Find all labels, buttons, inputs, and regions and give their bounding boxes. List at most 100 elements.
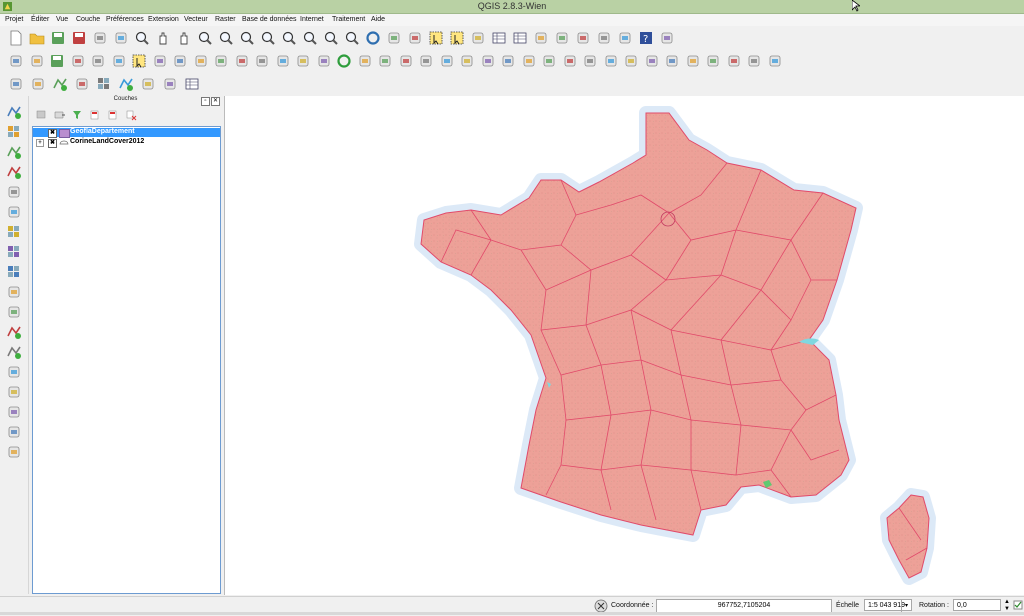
- rotate-point-icon[interactable]: [767, 53, 783, 69]
- save-as-icon[interactable]: [71, 30, 87, 46]
- rotate-feature-icon[interactable]: [500, 53, 516, 69]
- pin-labels-icon[interactable]: [234, 53, 250, 69]
- field-calculator-icon[interactable]: [470, 30, 486, 46]
- add-spatialite-layer-icon[interactable]: [6, 164, 22, 180]
- add-delimited-text-icon[interactable]: [6, 284, 22, 300]
- show-bookmarks-icon[interactable]: [596, 30, 612, 46]
- delete-ring-icon[interactable]: [603, 53, 619, 69]
- new-print-composer-icon[interactable]: [92, 30, 108, 46]
- new-shapefile-icon[interactable]: [6, 324, 22, 340]
- deselect-icon[interactable]: [449, 30, 465, 46]
- raster-tools-icon[interactable]: [96, 76, 112, 92]
- cut-features-icon[interactable]: [152, 53, 168, 69]
- menu-traitement[interactable]: Traitement: [332, 16, 365, 23]
- pan-icon[interactable]: [155, 30, 171, 46]
- zoom-next-icon[interactable]: [344, 30, 360, 46]
- save-project-icon[interactable]: [50, 30, 66, 46]
- simplify-icon[interactable]: [521, 53, 537, 69]
- render-checkbox-icon[interactable]: [1013, 600, 1023, 612]
- move-feature-icon[interactable]: [90, 53, 106, 69]
- split-parts-icon[interactable]: [705, 53, 721, 69]
- spin-up-icon[interactable]: ▲: [1002, 599, 1012, 606]
- add-virtual-layer-icon[interactable]: [6, 304, 22, 320]
- toggle-editing-icon[interactable]: [29, 53, 45, 69]
- add-group-icon[interactable]: [54, 111, 65, 119]
- node-tool-icon[interactable]: [111, 53, 127, 69]
- composer-manager-icon[interactable]: [113, 30, 129, 46]
- add-raster-layer-icon[interactable]: [6, 124, 22, 140]
- python-console-icon[interactable]: [357, 53, 373, 69]
- svg-icon[interactable]: [418, 53, 434, 69]
- zoom-out-icon[interactable]: [218, 30, 234, 46]
- change-label-icon[interactable]: [316, 53, 332, 69]
- coordinate-field[interactable]: 967752,7105204: [656, 599, 832, 613]
- zoom-in-icon[interactable]: [197, 30, 213, 46]
- offset-curve-icon[interactable]: [664, 53, 680, 69]
- rotate-label-icon[interactable]: [295, 53, 311, 69]
- add-ring-icon[interactable]: [541, 53, 557, 69]
- zoom-to-layer-icon[interactable]: [302, 30, 318, 46]
- rotation-field[interactable]: 0,0: [953, 599, 1001, 611]
- grass-icon[interactable]: [398, 53, 414, 69]
- layer-visibility-checkbox[interactable]: ✖: [48, 139, 57, 148]
- globe-icon[interactable]: [336, 53, 352, 69]
- reshape-icon[interactable]: [644, 53, 660, 69]
- georeferencer-icon[interactable]: [74, 76, 90, 92]
- advanced-digitize-icon[interactable]: [439, 53, 455, 69]
- whats-this-icon[interactable]: [659, 30, 675, 46]
- menu-editer[interactable]: Éditer: [31, 16, 49, 23]
- refresh-icon[interactable]: [365, 30, 381, 46]
- current-edits-icon[interactable]: [8, 53, 24, 69]
- expand-all-icon[interactable]: [90, 110, 99, 120]
- label-icon[interactable]: [213, 53, 229, 69]
- close-panel-button[interactable]: ✕: [211, 97, 220, 106]
- measure-icon[interactable]: [533, 30, 549, 46]
- map-tips-icon[interactable]: [554, 30, 570, 46]
- identify-icon[interactable]: [386, 30, 402, 46]
- paste-features-icon[interactable]: [193, 53, 209, 69]
- save-edits-icon[interactable]: [49, 53, 65, 69]
- zoom-last-icon[interactable]: [323, 30, 339, 46]
- open-layer-styling-icon[interactable]: [36, 110, 46, 119]
- undo-icon[interactable]: [459, 53, 475, 69]
- coordinate-toggle-icon[interactable]: [594, 599, 608, 613]
- expand-layer-icon[interactable]: +: [36, 139, 44, 147]
- new-project-icon[interactable]: [8, 30, 24, 46]
- menu-extension[interactable]: Extension: [148, 16, 179, 23]
- coordinate-capture-icon[interactable]: [6, 364, 22, 380]
- add-wfs-layer-icon[interactable]: [6, 264, 22, 280]
- layer-visibility-checkbox[interactable]: ✖: [48, 129, 57, 138]
- select-features-icon[interactable]: [428, 30, 444, 46]
- menu-base-de-donnees[interactable]: Base de données: [242, 16, 297, 23]
- collapse-all-icon[interactable]: [108, 110, 117, 120]
- vertex-tool-icon[interactable]: [6, 404, 22, 420]
- menu-internet[interactable]: Internet: [300, 16, 324, 23]
- zoom-full-icon[interactable]: [260, 30, 276, 46]
- action-icon[interactable]: [407, 30, 423, 46]
- add-part-icon[interactable]: [562, 53, 578, 69]
- menu-projet[interactable]: Projet: [5, 16, 23, 23]
- layer-row-geofladepartement[interactable]: ✖ GeoflaDepartement: [33, 128, 220, 138]
- add-vector-layer-icon[interactable]: [6, 104, 22, 120]
- plugin-icon[interactable]: [377, 53, 393, 69]
- gps-icon[interactable]: [140, 76, 156, 92]
- text-annotation-icon[interactable]: [617, 30, 633, 46]
- open-project-icon[interactable]: [29, 30, 45, 46]
- menu-vecteur[interactable]: Vecteur: [184, 16, 208, 23]
- statistics-icon[interactable]: [512, 30, 528, 46]
- new-temp-layer-icon[interactable]: [6, 344, 22, 360]
- add-feature-icon[interactable]: [70, 53, 86, 69]
- georeferencer-icon[interactable]: [6, 444, 22, 460]
- remove-layer-icon[interactable]: [126, 110, 137, 121]
- new-bookmark-icon[interactable]: [575, 30, 591, 46]
- node-editor-icon[interactable]: [6, 424, 22, 440]
- menu-couche[interactable]: Couche: [76, 16, 100, 23]
- menu-preferences[interactable]: Préférences: [106, 16, 144, 23]
- split-features-icon[interactable]: [685, 53, 701, 69]
- copy-features-icon[interactable]: [172, 53, 188, 69]
- delete-selected-icon[interactable]: [131, 53, 147, 69]
- show-labels-icon[interactable]: [254, 53, 270, 69]
- add-wcs-layer-icon[interactable]: [6, 244, 22, 260]
- rotation-spinner[interactable]: ▲ ▼: [1002, 599, 1012, 613]
- add-mssql-layer-icon[interactable]: [6, 184, 22, 200]
